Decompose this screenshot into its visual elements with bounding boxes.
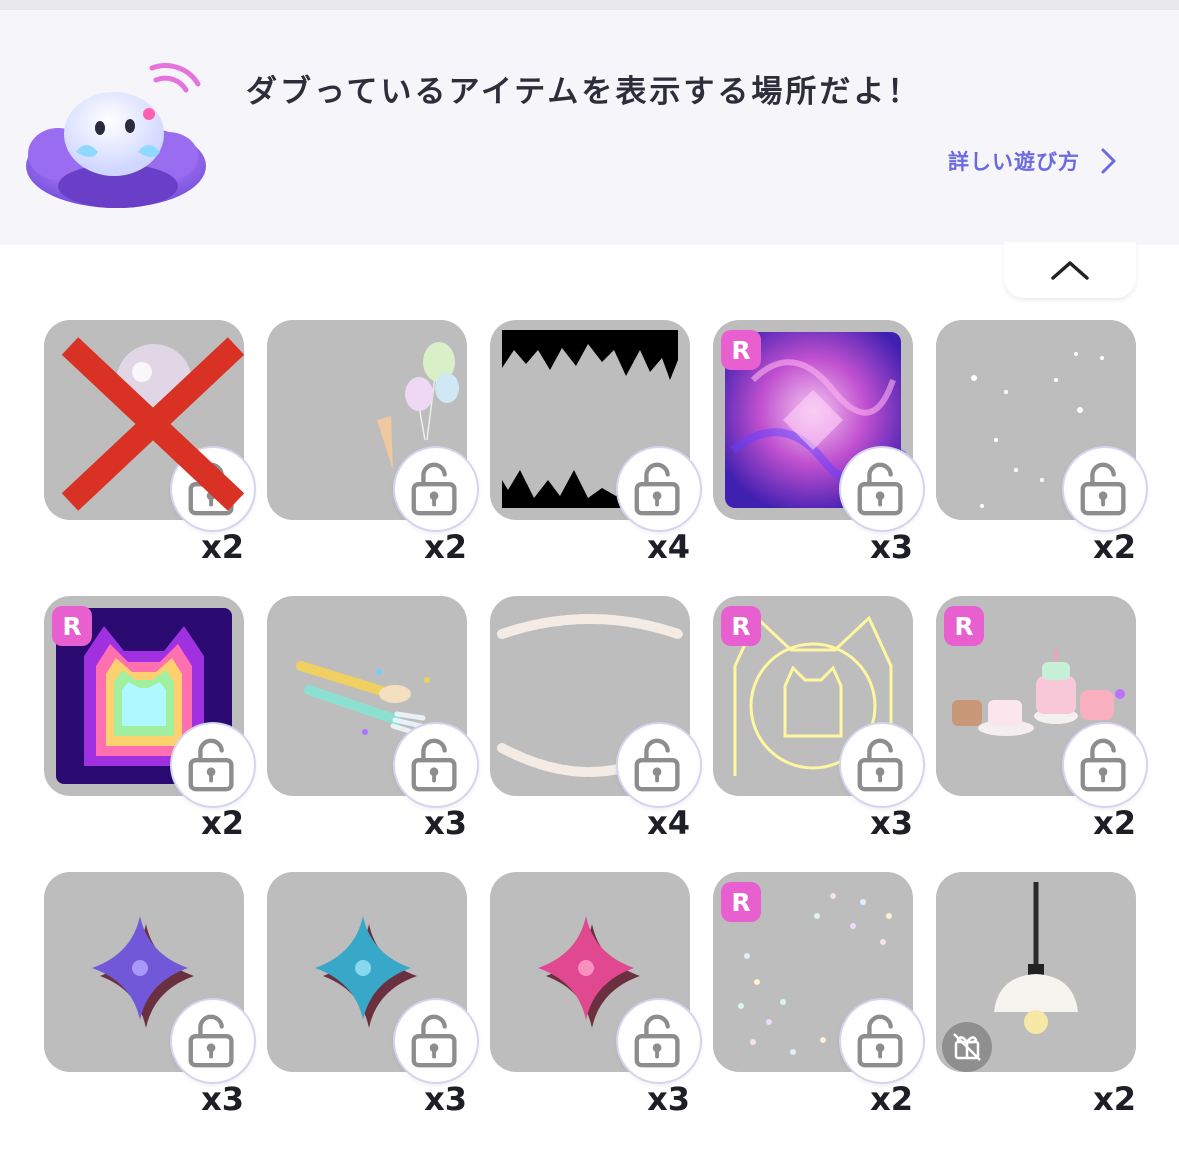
rare-badge: R — [721, 606, 761, 646]
item-card[interactable]: x2 — [267, 320, 477, 580]
item-card[interactable]: x2 — [936, 872, 1136, 1132]
rare-badge: R — [52, 606, 92, 646]
item-card[interactable]: R x3 — [713, 596, 923, 856]
item-card[interactable]: x3 — [490, 872, 700, 1132]
item-card[interactable]: R x2 — [44, 596, 254, 856]
item-card[interactable]: x4 — [490, 596, 700, 856]
unlock-button[interactable] — [1064, 448, 1146, 530]
item-count: x2 — [870, 1080, 913, 1118]
unlock-button[interactable] — [395, 448, 477, 530]
item-count: x3 — [870, 804, 913, 842]
item-count: x3 — [424, 804, 467, 842]
item-card[interactable]: x2 — [44, 320, 254, 580]
collapse-button[interactable] — [1004, 242, 1136, 298]
unlock-icon — [630, 460, 688, 518]
unlock-icon — [407, 460, 465, 518]
unlock-button[interactable] — [841, 1000, 923, 1082]
item-card[interactable]: x3 — [44, 872, 254, 1132]
mascot-illustration — [26, 63, 206, 208]
howto-label: 詳しい遊び方 — [948, 150, 1080, 174]
rare-badge: R — [721, 330, 761, 370]
item-card[interactable]: R x3 — [713, 320, 923, 580]
item-count: x2 — [1093, 804, 1136, 842]
item-count: x3 — [870, 528, 913, 566]
item-count: x2 — [1093, 1080, 1136, 1118]
unlock-icon — [184, 736, 242, 794]
item-card[interactable]: R x2 — [936, 596, 1146, 856]
item-count: x4 — [647, 804, 690, 842]
unlock-icon — [1076, 736, 1134, 794]
rare-badge: R — [721, 882, 761, 922]
header-title: ダブっているアイテムを表示する場所だよ！ — [246, 74, 922, 110]
unlock-icon — [853, 736, 911, 794]
unlock-button[interactable] — [172, 1000, 254, 1082]
item-count: x3 — [647, 1080, 690, 1118]
unlock-button[interactable] — [172, 724, 254, 806]
unlock-button[interactable] — [618, 1000, 700, 1082]
gift-disabled-icon — [942, 1022, 992, 1072]
unlock-button[interactable] — [618, 724, 700, 806]
item-count: x3 — [424, 1080, 467, 1118]
unlock-icon — [630, 1012, 688, 1070]
unlock-icon — [407, 736, 465, 794]
unlock-icon — [853, 460, 911, 518]
unlock-icon — [853, 1012, 911, 1070]
top-strip — [0, 0, 1179, 10]
howto-link[interactable]: 詳しい遊び方 — [948, 144, 1118, 178]
item-count: x3 — [201, 1080, 244, 1118]
unlock-button[interactable] — [395, 724, 477, 806]
unlock-button[interactable] — [841, 724, 923, 806]
unlock-icon — [630, 736, 688, 794]
chevron-up-icon — [1051, 261, 1089, 280]
item-card[interactable]: x3 — [267, 872, 477, 1132]
cross-out-mark — [61, 337, 245, 511]
unlock-button[interactable] — [1064, 724, 1146, 806]
item-card[interactable]: x2 — [936, 320, 1146, 580]
item-count: x2 — [1093, 528, 1136, 566]
unlock-icon — [1076, 460, 1134, 518]
item-card[interactable]: x4 — [490, 320, 700, 580]
item-count: x2 — [424, 528, 467, 566]
unlock-icon — [407, 1012, 465, 1070]
unlock-button[interactable] — [395, 1000, 477, 1082]
item-card[interactable]: R x2 — [713, 872, 923, 1132]
item-card[interactable]: x3 — [267, 596, 477, 856]
rare-badge: R — [944, 606, 984, 646]
item-count: x4 — [647, 528, 690, 566]
chevron-right-icon — [1101, 148, 1116, 174]
unlock-button[interactable] — [841, 448, 923, 530]
info-header: ダブっているアイテムを表示する場所だよ！ 詳しい遊び方 — [0, 10, 1179, 245]
item-count: x2 — [201, 804, 244, 842]
item-count: x2 — [201, 528, 244, 566]
unlock-icon — [184, 1012, 242, 1070]
unlock-button[interactable] — [618, 448, 700, 530]
